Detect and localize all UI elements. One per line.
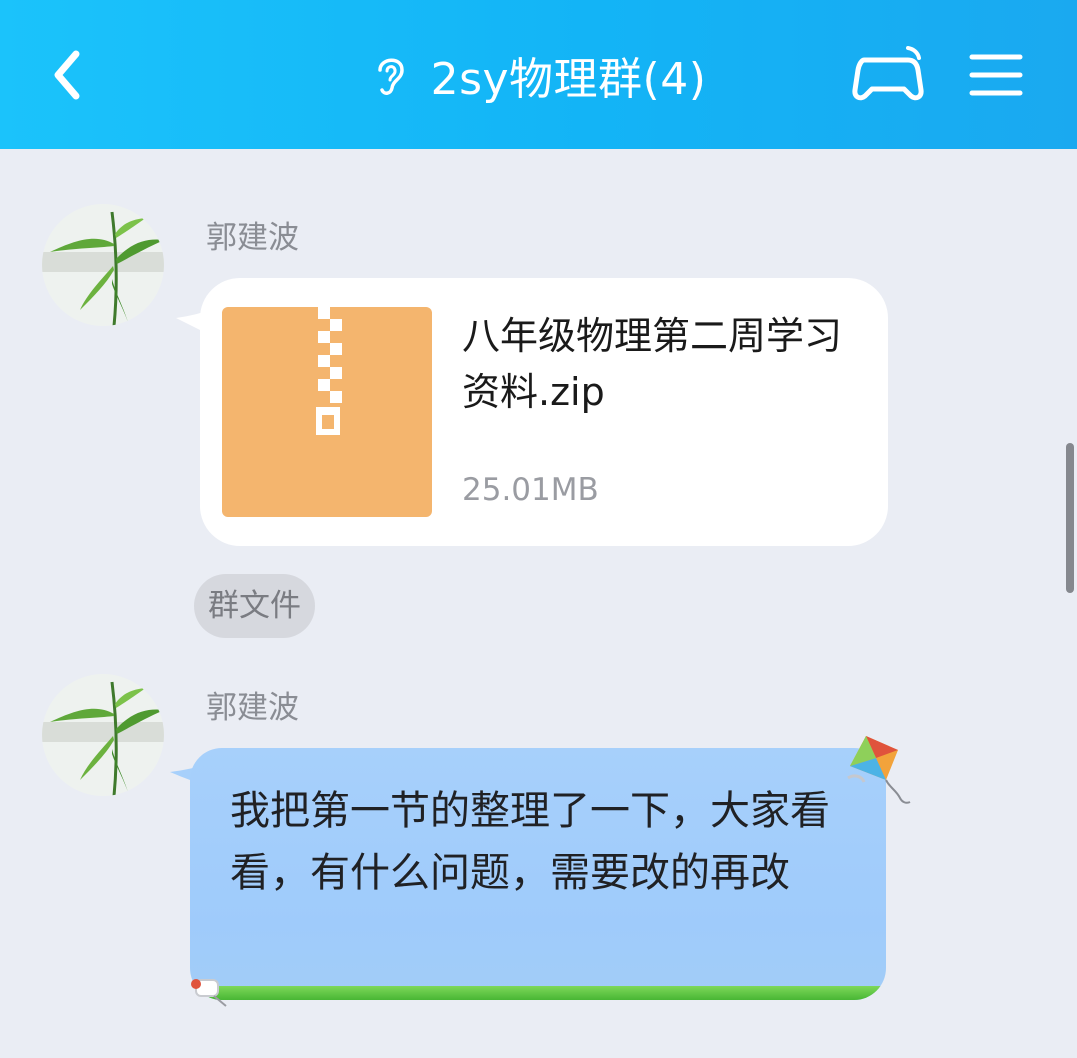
menu-icon[interactable]: [968, 50, 1024, 100]
avatar[interactable]: [42, 674, 164, 796]
kite-icon: [847, 736, 911, 804]
sender-name: 郭建波: [206, 220, 299, 256]
file-size: 25.01MB: [462, 472, 599, 508]
zip-file-icon: [222, 307, 432, 517]
avatar[interactable]: [42, 204, 164, 326]
group-file-tag[interactable]: 群文件: [194, 574, 315, 638]
file-message[interactable]: 八年级物理第二周学习资料.zip 25.01MB: [200, 278, 888, 546]
gamepad-icon[interactable]: [850, 44, 926, 106]
file-name: 八年级物理第二周学习资料.zip: [462, 314, 843, 414]
bubble-grass-decoration: [190, 986, 886, 1000]
message-text: 我把第一节的整理了一下，大家看看，有什么问题，需要改的再改: [230, 788, 830, 896]
chat-title: 2sy物理群(4): [430, 54, 707, 105]
scrollbar[interactable]: [1066, 443, 1074, 593]
sender-name: 郭建波: [206, 690, 299, 726]
text-message[interactable]: 我把第一节的整理了一下，大家看看，有什么问题，需要改的再改: [190, 748, 886, 1000]
pin-icon: [191, 979, 227, 1007]
ear-icon[interactable]: [371, 52, 409, 98]
title-bar: 2sy物理群(4): [0, 0, 1077, 149]
